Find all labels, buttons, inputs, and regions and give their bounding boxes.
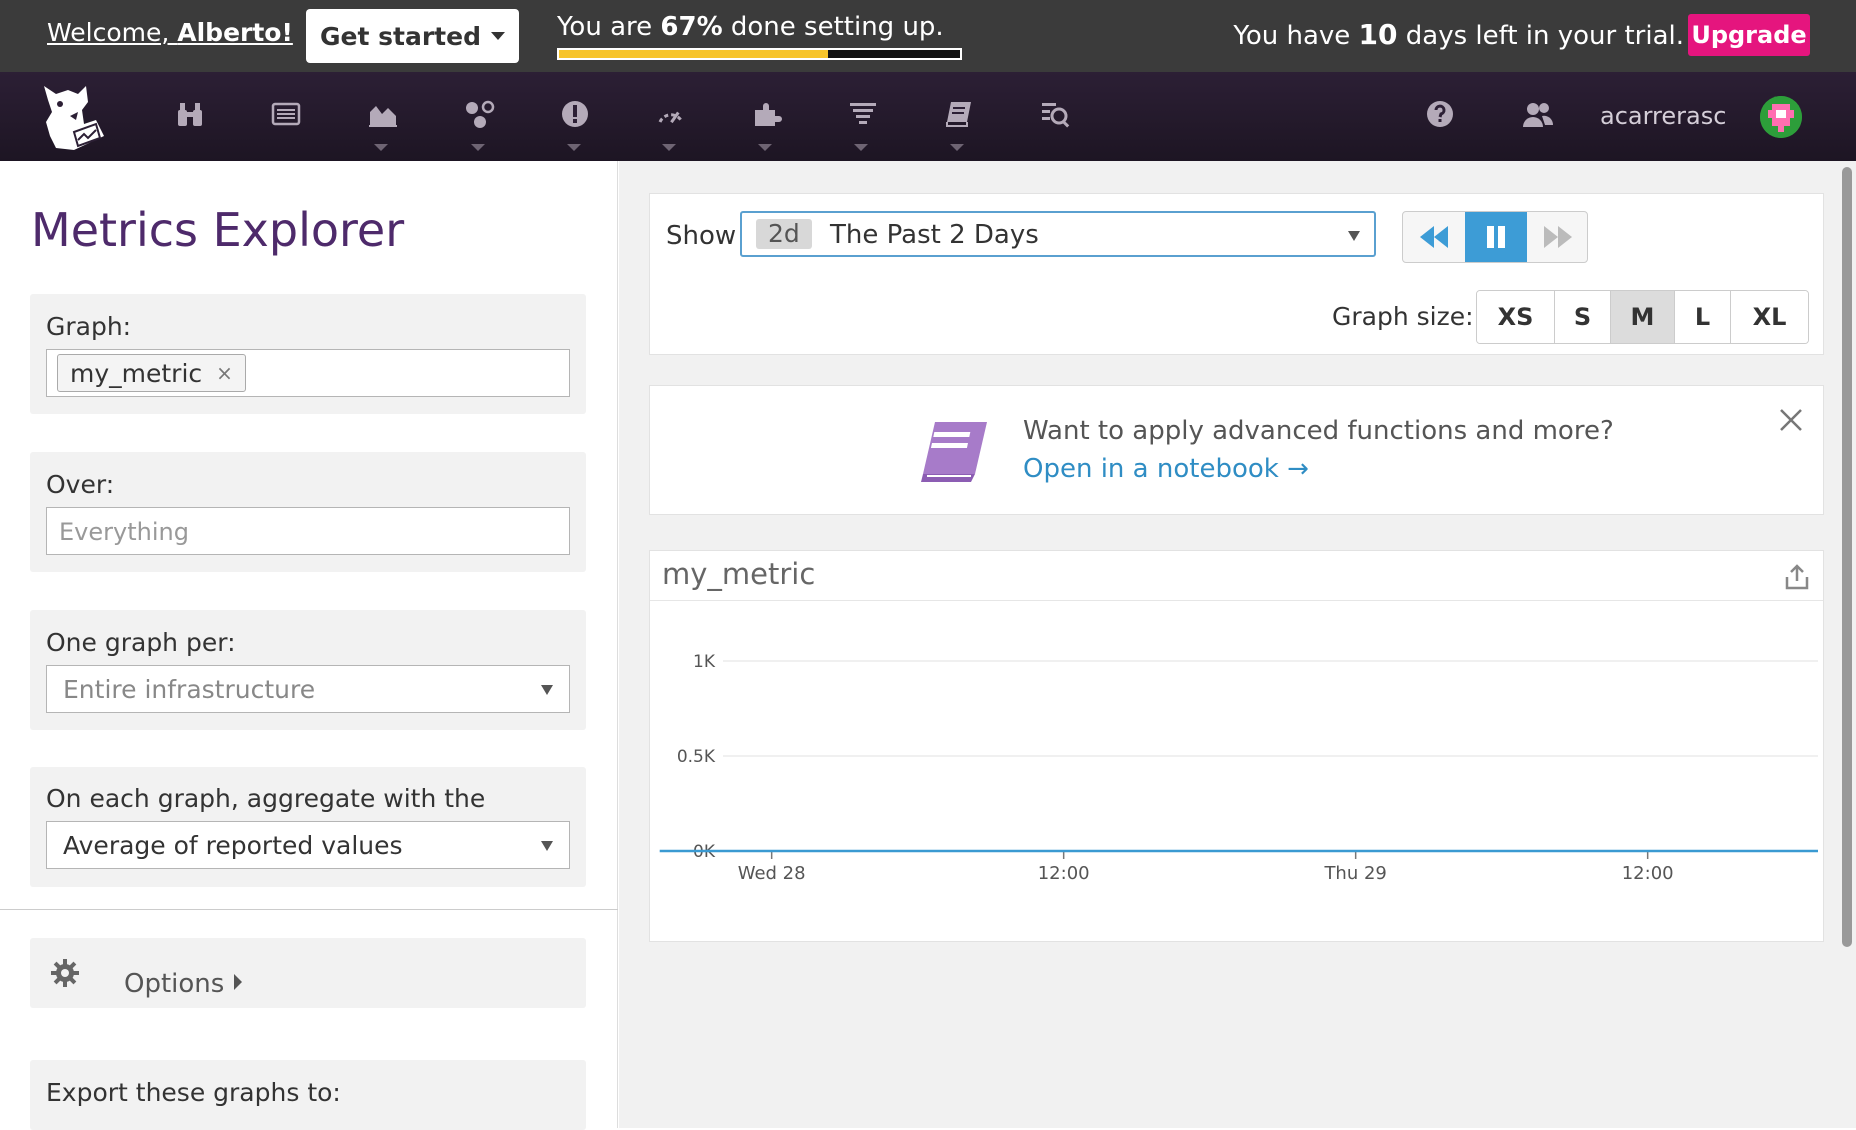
share-icon[interactable] — [1783, 563, 1811, 591]
dashboard-chart-icon[interactable] — [365, 96, 401, 132]
options-label: Options — [124, 969, 225, 999]
setup-progress-text: You are 67% done setting up. — [557, 12, 944, 42]
trial-banner: Welcome, Alberto! Get started You are 67… — [0, 0, 1856, 72]
datadog-logo-icon[interactable] — [34, 80, 106, 154]
scrollbar-thumb[interactable] — [1842, 167, 1852, 947]
playback-controls — [1402, 211, 1588, 263]
promo-text: Want to apply advanced functions and mor… — [1023, 416, 1614, 446]
divider — [0, 909, 618, 910]
graph-per-value: Entire infrastructure — [63, 675, 316, 704]
show-label: Show — [666, 221, 737, 251]
trial-days-text: You have 10 days left in your trial. — [1233, 18, 1684, 51]
metric-line-chart[interactable]: 0K0.5K1KWed 28 12:00 Thu 29 12:00 — [650, 601, 1823, 941]
chevron-down-icon — [567, 144, 581, 151]
notebooks-icon[interactable] — [941, 96, 977, 132]
chevron-down-icon — [1348, 231, 1360, 241]
x-tick-label: 12:00 — [1622, 863, 1674, 884]
fast-forward-icon — [1544, 226, 1572, 248]
binoculars-icon[interactable] — [172, 96, 208, 132]
y-tick-label: 0.5K — [677, 747, 716, 767]
graph-per-select[interactable]: Entire infrastructure — [46, 665, 570, 713]
aggregate-section: On each graph, aggregate with the Averag… — [30, 767, 586, 887]
pause-icon — [1487, 226, 1505, 248]
size-xs-button[interactable]: XS — [1477, 291, 1555, 343]
pause-button[interactable] — [1465, 212, 1527, 262]
x-tick-label: 12:00 — [1038, 863, 1090, 884]
query-sidebar: Metrics Explorer Graph: my_metric × Over… — [0, 161, 618, 1130]
timeframe-label: The Past 2 Days — [830, 220, 1039, 250]
remove-tag-icon[interactable]: × — [216, 361, 233, 385]
chevron-down-icon — [490, 32, 505, 40]
get-started-button[interactable]: Get started — [306, 9, 519, 63]
close-icon[interactable] — [1777, 406, 1805, 434]
open-notebook-link[interactable]: Open in a notebook → — [1023, 454, 1309, 484]
chevron-down-icon — [541, 841, 553, 851]
scrollbar[interactable] — [1838, 161, 1856, 1128]
y-tick-label: 1K — [693, 652, 716, 672]
aggregate-select[interactable]: Average of reported values — [46, 821, 570, 869]
over-input[interactable]: Everything — [46, 507, 570, 555]
synthetics-icon[interactable] — [1037, 96, 1073, 132]
rewind-button[interactable] — [1403, 212, 1465, 262]
integrations-icon[interactable] — [749, 96, 785, 132]
logs-icon[interactable] — [845, 96, 881, 132]
notebook-promo-card: Want to apply advanced functions and mor… — [649, 385, 1824, 515]
aggregate-value: Average of reported values — [63, 831, 403, 860]
graph-per-label: One graph per: — [46, 628, 236, 657]
username[interactable]: acarrerasc — [1600, 102, 1726, 130]
size-l-button[interactable]: L — [1675, 291, 1731, 343]
main-navbar: acarrerasc — [0, 72, 1856, 161]
fast-forward-button[interactable] — [1527, 212, 1587, 262]
infrastructure-icon[interactable] — [462, 96, 498, 132]
graph-area: Show 2d The Past 2 Days Graph size: XS S… — [619, 161, 1838, 1128]
graph-section: Graph: my_metric × — [30, 294, 586, 414]
aggregate-label: On each graph, aggregate with the — [46, 784, 486, 813]
gear-icon — [51, 959, 79, 987]
timeframe-badge: 2d — [756, 219, 812, 249]
chevron-down-icon — [758, 144, 772, 151]
chevron-down-icon — [950, 144, 964, 151]
options-toggle[interactable]: Options — [30, 938, 586, 1008]
welcome-link[interactable]: Welcome, Alberto! — [47, 18, 293, 47]
graph-label: Graph: — [46, 312, 132, 341]
x-tick-label: Thu 29 — [1323, 863, 1386, 884]
timeframe-select[interactable]: 2d The Past 2 Days — [740, 211, 1376, 257]
graph-per-section: One graph per: Entire infrastructure — [30, 610, 586, 730]
notebook-icon — [921, 422, 987, 482]
upgrade-button[interactable]: Upgrade — [1688, 14, 1810, 56]
chevron-down-icon — [854, 144, 868, 151]
over-label: Over: — [46, 470, 115, 499]
graph-card: my_metric 0K 0.5K 1K Wed 28 12:00 Thu 29 12:00 — [649, 550, 1824, 942]
export-section: Export these graphs to: — [30, 1060, 586, 1130]
size-m-button[interactable]: M — [1611, 291, 1675, 343]
metric-tag-label: my_metric — [70, 358, 203, 388]
team-icon[interactable] — [1520, 96, 1556, 132]
graph-size-label: Graph size: — [1332, 302, 1474, 331]
setup-progress-bar — [557, 48, 962, 60]
chevron-right-icon — [234, 974, 242, 990]
time-controls-card: Show 2d The Past 2 Days Graph size: XS S… — [649, 193, 1824, 355]
graph-title: my_metric — [662, 557, 816, 591]
over-section: Over: Everything — [30, 452, 586, 572]
chevron-down-icon — [374, 144, 388, 151]
help-icon[interactable] — [1422, 96, 1458, 132]
apm-icon[interactable] — [653, 96, 689, 132]
export-label: Export these graphs to: — [46, 1078, 341, 1107]
x-tick-label: Wed 28 — [738, 863, 806, 884]
list-icon[interactable] — [268, 96, 304, 132]
over-placeholder: Everything — [59, 518, 189, 546]
setup-progress-fill — [559, 50, 828, 58]
chevron-down-icon — [662, 144, 676, 151]
graph-size-group: XS S M L XL — [1476, 290, 1809, 344]
avatar[interactable] — [1760, 96, 1802, 138]
rewind-icon — [1420, 226, 1448, 248]
metric-input[interactable]: my_metric × — [46, 349, 570, 397]
chevron-down-icon — [471, 144, 485, 151]
size-xl-button[interactable]: XL — [1731, 291, 1808, 343]
metric-tag[interactable]: my_metric × — [57, 354, 246, 392]
page-title: Metrics Explorer — [31, 203, 405, 257]
chevron-down-icon — [541, 685, 553, 695]
size-s-button[interactable]: S — [1555, 291, 1611, 343]
monitors-icon[interactable] — [557, 96, 593, 132]
